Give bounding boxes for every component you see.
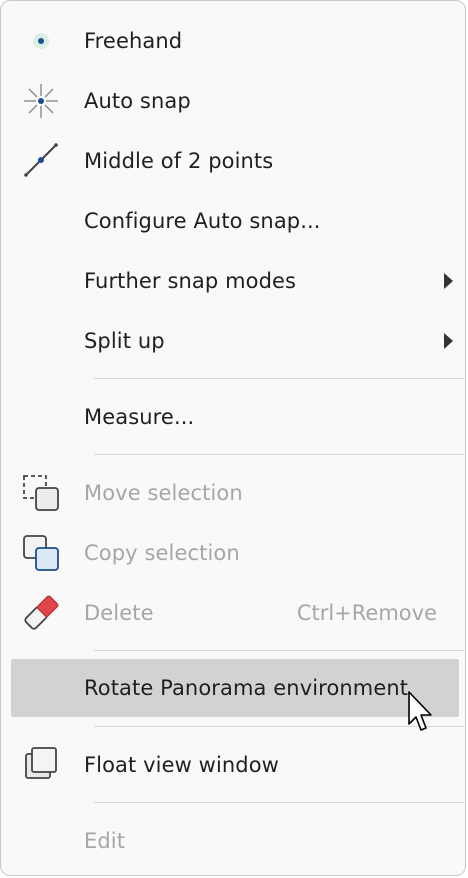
menu-item-rotate-panorama-environment[interactable]: Rotate Panorama environment <box>11 659 459 717</box>
menu-item-auto-snap[interactable]: Auto snap <box>11 72 459 130</box>
freehand-icon <box>21 21 61 61</box>
menu-item-label: Configure Auto snap... <box>84 209 321 233</box>
menu-item-float-view-window[interactable]: Float view window <box>11 736 459 794</box>
menu-item-edit[interactable]: Edit <box>11 812 459 870</box>
menu-separator <box>94 802 464 803</box>
menu-item-label: Middle of 2 points <box>84 149 274 173</box>
menu-item-label: Rotate Panorama environment <box>84 676 409 700</box>
menu-item-measure[interactable]: Measure... <box>11 388 459 446</box>
menu-separator <box>94 650 464 651</box>
menu-item-move-selection[interactable]: Move selection <box>11 464 459 522</box>
submenu-arrow-icon <box>444 273 453 289</box>
menu-item-delete[interactable]: Delete Ctrl+Remove <box>11 584 459 642</box>
menu-item-configure-auto-snap[interactable]: Configure Auto snap... <box>11 192 459 250</box>
auto-snap-icon <box>21 81 61 121</box>
menu-item-label: Move selection <box>84 481 243 505</box>
copy-selection-icon <box>21 533 61 573</box>
mouse-cursor-icon <box>408 691 432 731</box>
submenu-arrow-icon <box>444 333 453 349</box>
menu-item-freehand[interactable]: Freehand <box>11 12 459 70</box>
menu-separator <box>94 378 464 379</box>
float-window-icon <box>21 745 61 785</box>
shortcut-label: Ctrl+Remove <box>296 601 437 625</box>
eraser-icon <box>21 593 61 633</box>
context-menu: Freehand Auto snap Middle of 2 points Co… <box>0 0 466 876</box>
menu-separator <box>94 454 464 455</box>
middle-of-points-icon <box>21 141 61 181</box>
menu-item-label: Measure... <box>84 405 195 429</box>
menu-item-label: Copy selection <box>84 541 240 565</box>
menu-item-further-snap-modes[interactable]: Further snap modes <box>11 252 459 310</box>
menu-item-label: Freehand <box>84 29 183 53</box>
menu-item-label: Auto snap <box>84 89 191 113</box>
menu-item-label: Float view window <box>84 753 279 777</box>
menu-item-split-up[interactable]: Split up <box>11 312 459 370</box>
menu-item-label: Further snap modes <box>84 269 297 293</box>
menu-item-label: Split up <box>84 329 165 353</box>
menu-item-label: Delete <box>84 601 154 625</box>
menu-item-label: Edit <box>84 829 126 853</box>
menu-item-middle-of-2-points[interactable]: Middle of 2 points <box>11 132 459 190</box>
move-selection-icon <box>21 473 61 513</box>
menu-item-copy-selection[interactable]: Copy selection <box>11 524 459 582</box>
